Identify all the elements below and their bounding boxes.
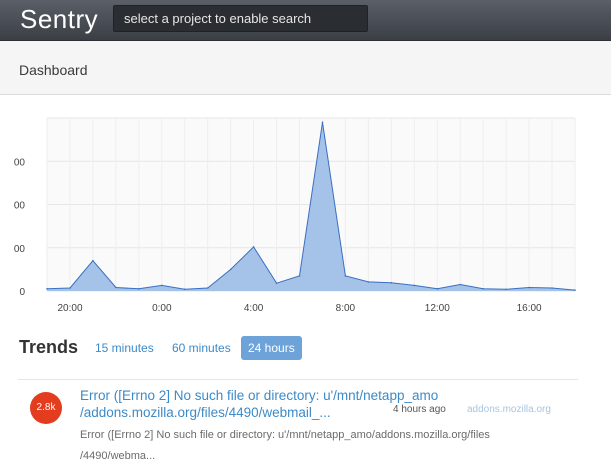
data-point xyxy=(551,287,553,289)
data-point xyxy=(46,288,48,290)
issue-message: Error ([Errno 2] No such file or directo… xyxy=(80,425,550,467)
data-point xyxy=(459,283,462,286)
issue-title-line-1[interactable]: Error ([Errno 2] No such file or directo… xyxy=(80,388,438,403)
data-point xyxy=(528,286,530,289)
data-point xyxy=(390,282,393,284)
event-count-badge: 2.8k xyxy=(30,392,62,424)
data-point xyxy=(367,281,370,283)
issue-timestamp: 4 hours ago xyxy=(393,404,446,415)
data-point xyxy=(413,284,416,287)
sub-header: Dashboard xyxy=(0,41,611,95)
x-tick-label: 12:00 xyxy=(425,303,450,314)
data-point xyxy=(505,288,507,291)
data-point xyxy=(69,287,71,289)
data-point xyxy=(298,275,301,277)
data-point xyxy=(138,288,140,290)
y-tick-label: 00 xyxy=(14,244,26,255)
x-tick-label: 4:00 xyxy=(244,303,264,314)
range-tab-15-minutes[interactable]: 15 minutes xyxy=(88,336,161,360)
page-title: Dashboard xyxy=(19,62,88,78)
data-point xyxy=(206,287,209,289)
data-point xyxy=(92,259,94,262)
data-point xyxy=(115,286,117,289)
range-tab-60-minutes[interactable]: 60 minutes xyxy=(165,336,238,360)
trends-title: Trends xyxy=(19,337,79,357)
data-point xyxy=(436,288,439,290)
data-point xyxy=(252,246,255,248)
data-point xyxy=(161,284,163,287)
search-input[interactable] xyxy=(113,5,368,32)
x-tick-label: 20:00 xyxy=(57,303,82,314)
data-point xyxy=(344,275,347,277)
y-tick-label: 00 xyxy=(14,201,26,212)
range-tab-24-hours[interactable]: 24 hours xyxy=(241,336,302,360)
data-point xyxy=(183,288,186,291)
x-tick-label: 16:00 xyxy=(517,303,542,314)
events-chart: 20:00 0:00 4:00 8:00 12:00 16:000000000 xyxy=(14,117,576,314)
y-tick-label: 00 xyxy=(14,157,26,168)
data-point xyxy=(482,288,485,290)
data-point xyxy=(574,289,576,291)
y-tick-label: 0 xyxy=(19,287,25,298)
issue-message-line-1: Error ([Errno 2] No such file or directo… xyxy=(80,429,490,441)
data-point xyxy=(275,282,278,284)
x-tick-label: 0:00 xyxy=(152,303,172,314)
top-navbar: Sentry xyxy=(0,0,611,41)
issue-title-line-2[interactable]: /addons.mozilla.org/files/4490/webmail_.… xyxy=(80,405,331,420)
sentry-logo[interactable]: Sentry xyxy=(20,4,98,35)
x-tick-label: 8:00 xyxy=(336,303,356,314)
issue-message-line-2: /4490/webma... xyxy=(80,450,156,462)
issue-project-link[interactable]: addons.mozilla.org xyxy=(467,404,551,415)
data-point xyxy=(321,121,324,124)
issue-list-item[interactable]: 2.8k Error ([Errno 2] No such file or di… xyxy=(18,379,578,472)
data-point xyxy=(229,268,232,271)
